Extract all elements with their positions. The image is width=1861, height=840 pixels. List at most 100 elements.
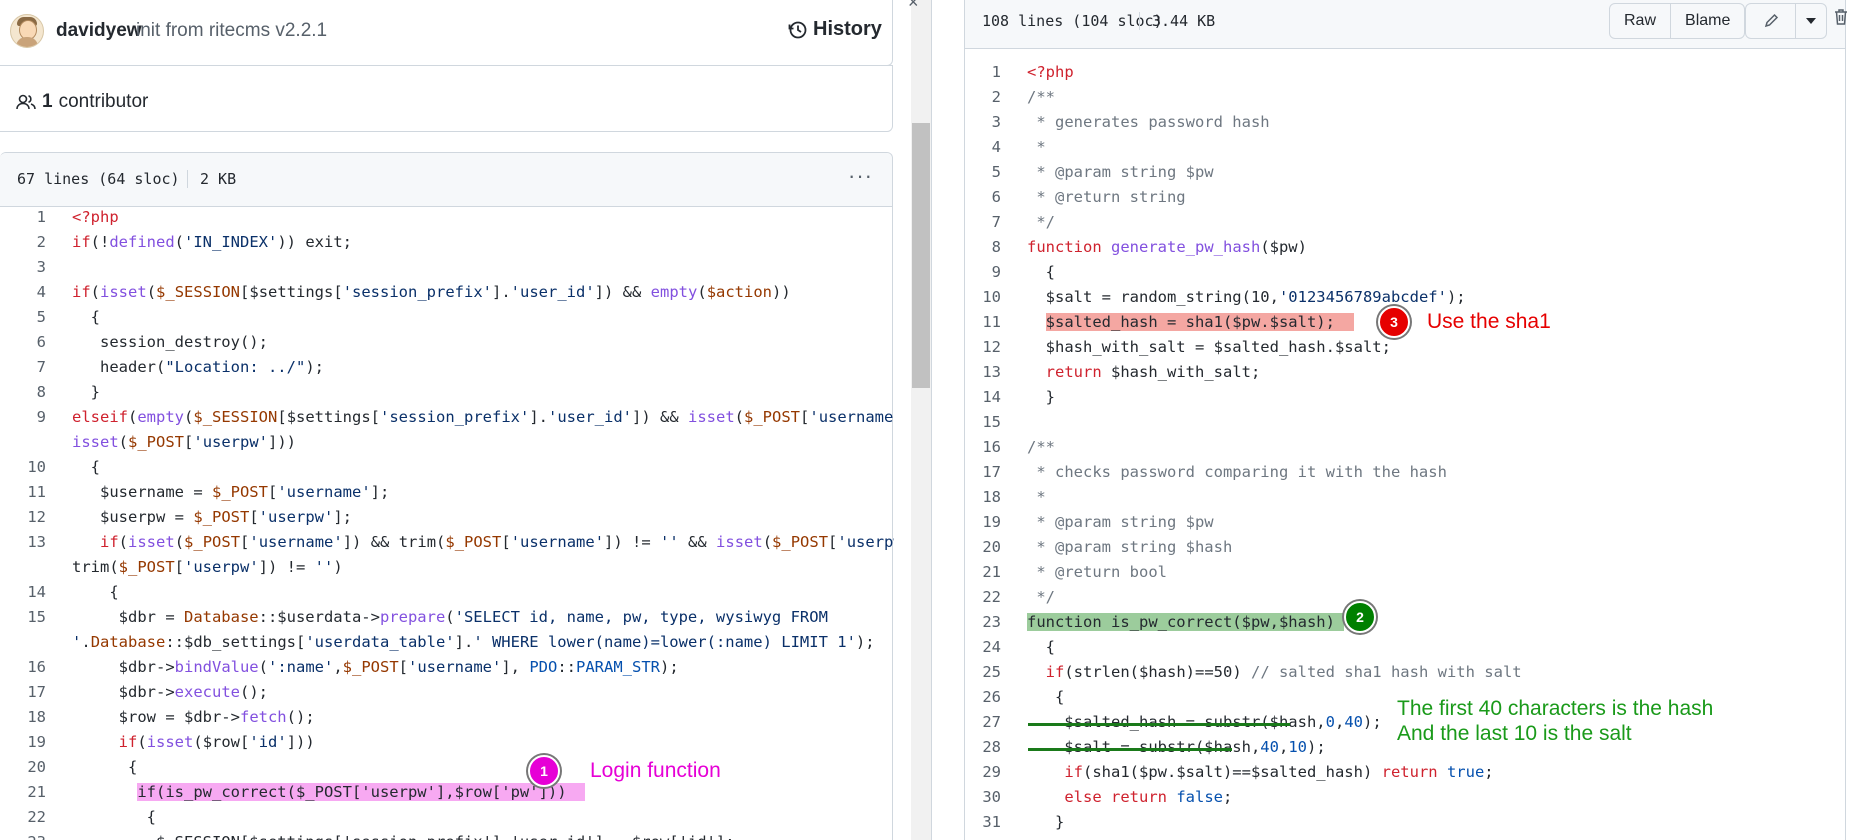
code-token: 0: [1325, 713, 1335, 731]
code-token: ,: [333, 658, 343, 676]
line-number[interactable]: 10: [0, 455, 46, 480]
contributors-link[interactable]: 1 contributor: [16, 91, 148, 113]
line-number[interactable]: 14: [0, 580, 46, 605]
scrollbar-thumb[interactable]: [912, 123, 930, 388]
line-number[interactable]: 23: [0, 830, 46, 840]
line-number[interactable]: 17: [965, 460, 1001, 485]
line-number[interactable]: 4: [0, 280, 46, 305]
line-number[interactable]: 7: [965, 210, 1001, 235]
line-number[interactable]: 22: [965, 585, 1001, 610]
edit-dropdown-button[interactable]: [1795, 4, 1826, 38]
line-number[interactable]: 25: [965, 660, 1001, 685]
line-number[interactable]: 22: [0, 805, 46, 830]
blame-button[interactable]: Blame: [1670, 4, 1744, 38]
code-token: 'session_prefix': [380, 408, 530, 426]
line-number[interactable]: 19: [0, 730, 46, 755]
line-number[interactable]: 13: [0, 530, 46, 555]
raw-button[interactable]: Raw: [1610, 4, 1670, 38]
code-token: false: [1176, 788, 1224, 806]
commit-author-link[interactable]: davidyew: [56, 20, 142, 42]
line-number[interactable]: 30: [965, 785, 1001, 810]
code-token: empty: [137, 408, 185, 426]
line-number[interactable]: 1: [965, 60, 1001, 85]
line-number[interactable]: 1: [0, 205, 46, 230]
line-number[interactable]: 13: [965, 360, 1001, 385]
line-number[interactable]: 8: [965, 235, 1001, 260]
contributor-count: 1: [42, 91, 53, 112]
line-number[interactable]: 19: [965, 510, 1001, 535]
line-number[interactable]: 15: [965, 410, 1001, 435]
line-number[interactable]: 31: [965, 810, 1001, 835]
code-token: /**: [1027, 438, 1055, 456]
history-link[interactable]: History: [788, 18, 882, 41]
code-token: {: [1027, 688, 1065, 706]
line-number[interactable]: 12: [0, 505, 46, 530]
line-number[interactable]: 20: [965, 535, 1001, 560]
line-number[interactable]: 8: [0, 380, 46, 405]
line-number[interactable]: 10: [965, 285, 1001, 310]
code-token: 'username': [277, 483, 371, 501]
code-line: 4 if(isset($_SESSION[$settings['session_p…: [0, 280, 894, 305]
avatar[interactable]: [10, 14, 44, 48]
line-number[interactable]: 18: [965, 485, 1001, 510]
line-number[interactable]: 12: [965, 335, 1001, 360]
line-number[interactable]: 28: [965, 735, 1001, 760]
line-number[interactable]: 5: [0, 305, 46, 330]
line-number[interactable]: 23: [965, 610, 1001, 635]
line-number[interactable]: 3: [0, 255, 46, 280]
code-token: ]) !=: [258, 558, 315, 576]
code-token: 'session_prefix': [342, 283, 492, 301]
line-number[interactable]: 11: [965, 310, 1001, 335]
line-number[interactable]: 32: [965, 835, 1001, 840]
code-token: exit;: [296, 233, 353, 251]
code-token: true: [1446, 763, 1485, 781]
code-token: isset: [716, 533, 763, 551]
line-number[interactable]: 16: [965, 435, 1001, 460]
annotation-salt-line2: And the last 10 is the salt: [1397, 722, 1632, 745]
line-number[interactable]: 21: [965, 560, 1001, 585]
code-token: ].: [492, 283, 511, 301]
kebab-menu-icon[interactable]: ···: [848, 163, 873, 189]
line-number[interactable]: 7: [0, 355, 46, 380]
code-token: defined: [109, 233, 175, 251]
line-number[interactable]: 2: [965, 85, 1001, 110]
line-number[interactable]: 20: [0, 755, 46, 780]
line-number[interactable]: 27: [965, 710, 1001, 735]
code-line: 14 {: [0, 580, 894, 605]
code-token: PDO: [529, 658, 558, 676]
history-label: History: [813, 18, 882, 40]
code-token: ($row[: [193, 733, 250, 751]
code-token: (: [146, 283, 157, 301]
line-number[interactable]: 2: [0, 230, 46, 255]
line-number[interactable]: 9: [965, 260, 1001, 285]
code-line: 3: [0, 255, 894, 280]
line-number[interactable]: 21: [0, 780, 46, 805]
line-number[interactable]: 6: [0, 330, 46, 355]
code-line: 31 }: [965, 810, 1522, 835]
close-icon[interactable]: ×: [908, 0, 919, 13]
line-number[interactable]: 3: [965, 110, 1001, 135]
edit-button[interactable]: [1746, 4, 1795, 38]
trash-icon[interactable]: [1833, 8, 1849, 26]
line-number[interactable]: 26: [965, 685, 1001, 710]
code-token: [: [501, 533, 511, 551]
line-number[interactable]: 18: [0, 705, 46, 730]
line-number[interactable]: 14: [965, 385, 1001, 410]
code-line: 24 {: [965, 635, 1522, 660]
line-number[interactable]: 15: [0, 605, 46, 630]
line-number[interactable]: 9: [0, 405, 46, 430]
code-token: ]) &&: [594, 283, 651, 301]
line-number[interactable]: 17: [0, 680, 46, 705]
line-number[interactable]: 11: [0, 480, 46, 505]
line-number[interactable]: 6: [965, 185, 1001, 210]
code-token: * generates password hash: [1027, 113, 1270, 131]
code-line: 17 * checks password comparing it with t…: [965, 460, 1522, 485]
line-number[interactable]: 24: [965, 635, 1001, 660]
commit-message[interactable]: init from ritecms v2.2.1: [136, 20, 327, 42]
line-number[interactable]: 29: [965, 760, 1001, 785]
line-number[interactable]: 4: [965, 135, 1001, 160]
code-line: trim($_POST['userpw']) != ''): [0, 555, 894, 580]
line-number[interactable]: 16: [0, 655, 46, 680]
line-number[interactable]: 5: [965, 160, 1001, 185]
